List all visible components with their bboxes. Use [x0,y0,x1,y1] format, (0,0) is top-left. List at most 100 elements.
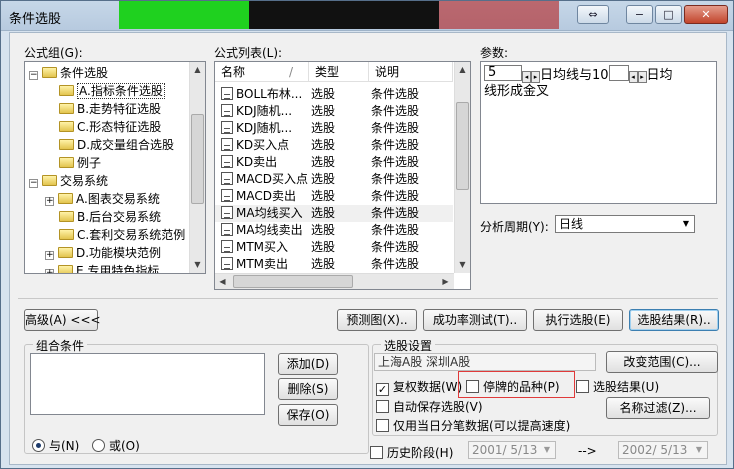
minimize-icon[interactable]: − [626,5,653,24]
scroll-right-icon[interactable]: ▶ [438,274,453,289]
spin-left-icon[interactable]: ◂ [522,71,531,83]
close-icon[interactable]: ✕ [684,5,728,24]
checkbox-checked-icon[interactable]: ✓ [376,383,389,396]
checkbox-icon[interactable] [376,419,389,432]
expand-icon[interactable]: + [45,269,54,273]
expand-icon[interactable]: + [45,197,54,206]
formula-list[interactable]: 名称 / 类型 说明 BOLL布林... 选股 条件选股 KDJ随机... 选股 条件选股… [214,61,471,290]
tick-only-checkbox[interactable]: 仅用当日分笔数据(可以提高速度) [376,417,570,434]
combo-conditions-list[interactable] [30,353,265,415]
radio-selected-icon[interactable] [32,439,45,452]
tree-item-volume-select[interactable]: D.成交量组合选股 [59,136,174,154]
spin-right-icon[interactable]: ▸ [531,71,540,83]
date-range-arrow: --> [578,444,597,458]
table-row[interactable]: KDJ随机... 选股 条件选股 [215,103,453,120]
table-row-selected[interactable]: MA均线买入 选股 条件选股 [215,205,453,222]
formula-icon [221,257,233,270]
tree-item-indicator-select[interactable]: A.指标条件选股 [59,82,165,100]
scroll-down-icon[interactable]: ▼ [455,257,470,273]
period-select[interactable]: 日线 ▼ [555,215,695,233]
collapse-icon[interactable]: − [29,179,38,188]
auto-save-checkbox[interactable]: 自动保存选股(V) [376,398,483,415]
name-filter-button[interactable]: 名称过滤(Z)... [606,397,710,419]
expand-icon[interactable]: + [45,251,54,260]
scroll-thumb[interactable] [456,102,469,190]
history-start-date[interactable]: 2001/ 5/13 ▼ [468,441,556,459]
title-bar[interactable]: 条件选股 ⇔ − □ ✕ [1,1,733,31]
scroll-up-icon[interactable]: ▲ [455,62,470,78]
table-row[interactable]: KD买入点 选股 条件选股 [215,137,453,154]
table-row[interactable]: MACD卖出 选股 条件选股 [215,188,453,205]
folder-icon [59,121,74,132]
column-header-name[interactable]: 名称 / [215,62,309,82]
chevron-down-icon[interactable]: ▼ [679,217,693,231]
table-row[interactable]: BOLL布林... 选股 条件选股 [215,86,453,103]
tree-item-trend-select[interactable]: B.走势特征选股 [59,100,161,118]
table-row[interactable]: MTM卖出 选股 条件选股 [215,256,453,273]
formula-icon [221,189,233,202]
param-2-input[interactable] [608,65,629,81]
scroll-thumb[interactable] [233,275,353,288]
column-header-desc[interactable]: 说明 [369,62,453,82]
restore-data-checkbox[interactable]: ✓ 复权数据(W) [376,378,462,396]
scroll-left-icon[interactable]: ◀ [215,274,230,289]
swap-icon[interactable]: ⇔ [577,5,609,24]
chevron-down-icon[interactable]: ▼ [540,443,554,457]
table-row[interactable]: KD卖出 选股 条件选股 [215,154,453,171]
checkbox-icon[interactable] [376,400,389,413]
formula-group-label: 公式组(G): [24,46,83,60]
chevron-down-icon[interactable]: ▼ [692,443,706,457]
main-panel: 公式组(G): − 条件选股 A.指标条件选股 B.走势特征选股 C.形态特征选股… [9,32,727,465]
tree-item-chart-trading[interactable]: + A.图表交易系统 [45,190,160,208]
folder-icon [59,229,74,240]
collapse-icon[interactable]: − [29,71,38,80]
save-button[interactable]: 保存(O) [278,404,338,426]
or-radio[interactable]: 或(O) [92,437,140,454]
table-row[interactable]: MTM买入 选股 条件选股 [215,239,453,256]
advanced-button[interactable]: 高级(A) <<< [24,309,101,331]
maximize-icon[interactable]: □ [655,5,682,24]
list-horizontal-scrollbar[interactable]: ◀ ▶ [215,273,454,289]
tree-item-pattern-select[interactable]: C.形态特征选股 [59,118,161,136]
tree-scrollbar[interactable]: ▲ ▼ [189,62,205,273]
radio-icon[interactable] [92,439,105,452]
tree-item-module-examples[interactable]: + D.功能模块范例 [45,244,161,262]
history-end-date[interactable]: 2002/ 5/13 ▼ [618,441,708,459]
tree-item-condition-select[interactable]: − 条件选股 [29,64,108,82]
formula-group-tree[interactable]: − 条件选股 A.指标条件选股 B.走势特征选股 C.形态特征选股 D.成交量组合… [24,61,206,274]
tree-item-examples[interactable]: 例子 [59,154,101,172]
column-header-type[interactable]: 类型 [309,62,369,82]
and-radio[interactable]: 与(N) [32,437,79,454]
table-row[interactable]: MA均线卖出 选股 条件选股 [215,222,453,239]
formula-icon [221,172,233,185]
formula-icon [221,206,233,219]
param-1-input[interactable]: 5 [484,65,522,81]
table-row[interactable]: KDJ随机... 选股 条件选股 [215,120,453,137]
checkbox-icon[interactable] [370,446,383,459]
preview-chart-button[interactable]: 预测图(X).. [337,309,417,331]
checkbox-icon[interactable] [576,380,589,393]
selection-result-button[interactable]: 选股结果(R).. [629,309,719,331]
spin-right-icon[interactable]: ▸ [637,71,647,83]
tree-item-special-indicators[interactable]: + E.专用特色指标 [45,262,159,273]
history-checkbox[interactable]: 历史阶段(H) [370,444,453,461]
change-range-button[interactable]: 改变范围(C)... [606,351,718,373]
scroll-up-icon[interactable]: ▲ [190,62,205,78]
tree-item-trading-system[interactable]: − 交易系统 [29,172,108,190]
tree-item-backend-trading[interactable]: B.后台交易系统 [59,208,161,226]
params-box: 5 ◂ ▸ 日均线与10 ◂ ▸ 日均 线形成金叉 [480,61,717,204]
scroll-down-icon[interactable]: ▼ [190,257,205,273]
folder-icon [59,139,74,150]
folder-icon [58,247,73,258]
success-rate-test-button[interactable]: 成功率测试(T).. [423,309,527,331]
add-button[interactable]: 添加(D) [278,353,338,375]
table-row[interactable]: MACD买入点 选股 条件选股 [215,171,453,188]
run-selection-button[interactable]: 执行选股(E) [533,309,623,331]
to-result-checkbox[interactable]: 选股结果(U) [576,378,659,395]
spin-left-icon[interactable]: ◂ [628,71,638,83]
delete-button[interactable]: 删除(S) [278,378,338,400]
scroll-thumb[interactable] [191,114,204,204]
list-vertical-scrollbar[interactable]: ▲ ▼ [454,62,470,273]
tree-item-arbitrage[interactable]: C.套利交易系统范例 [59,226,185,244]
formula-icon [221,121,233,134]
